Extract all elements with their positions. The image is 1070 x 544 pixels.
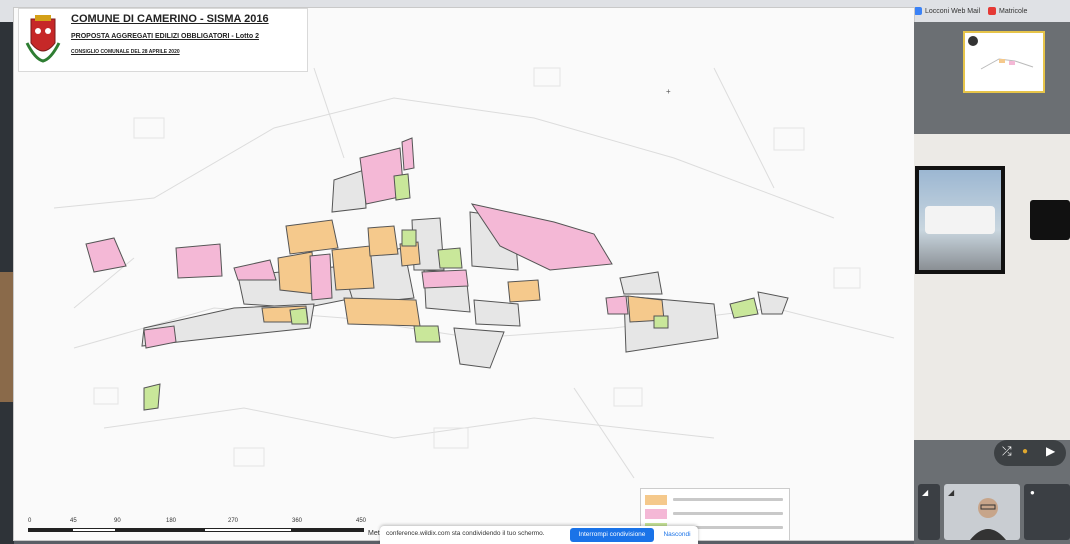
legend-row — [645, 495, 785, 505]
scale-label: 180 — [166, 518, 177, 524]
scale-label: 450 — [356, 518, 367, 524]
share-message: conference.wildix.com sta condividendo i… — [386, 530, 545, 537]
map-subtitle: PROPOSTA AGGREGATI EDILIZI OBBLIGATORI -… — [71, 33, 259, 40]
video-controls[interactable]: ⤮ ● ▶ — [994, 440, 1066, 466]
map-canvas: + — [53, 67, 895, 479]
pin-icon — [968, 36, 978, 46]
scale-bar: 0 45 90 180 270 360 450 Metri — [28, 516, 384, 540]
participant-tile[interactable]: ● — [1024, 484, 1070, 540]
meeting-date: CONSIGLIO COMUNALE DEL 28 APRILE 2020 — [71, 49, 180, 55]
shuffle-icon[interactable]: ⤮ — [1002, 444, 1012, 459]
hide-button[interactable]: Nascondi — [658, 528, 696, 542]
participant-avatar — [970, 498, 1006, 540]
legend-row — [645, 509, 785, 519]
map-title: COMUNE DI CAMERINO - SISMA 2016 — [71, 13, 269, 25]
participant-tile[interactable]: ◢ — [918, 484, 940, 540]
matricole-icon — [988, 7, 996, 15]
map-title-block: COMUNE DI CAMERINO - SISMA 2016 PROPOSTA… — [18, 8, 308, 72]
shared-screen: + COMUNE DI CAMERINO - SISMA 2016 PROPOS… — [14, 8, 914, 540]
bookmark-label: Locconi Web Mail — [925, 7, 981, 15]
scale-label: 45 — [70, 518, 77, 524]
settings-icon[interactable]: ● — [1022, 446, 1028, 457]
camerino-crest-icon — [25, 15, 61, 63]
bus-icon — [925, 206, 995, 234]
svg-text:+: + — [666, 87, 671, 96]
mic-icon[interactable]: ● — [1030, 488, 1040, 498]
participant-thumbnail — [0, 272, 14, 402]
expand-icon[interactable]: ◢ — [948, 488, 958, 498]
mail-icon — [914, 7, 922, 15]
left-video-strip — [0, 22, 14, 544]
screen-share-banner: conference.wildix.com sta condividendo i… — [380, 526, 698, 544]
scale-label: 90 — [114, 518, 121, 524]
map-thumbnail-icon — [980, 58, 1034, 70]
bookmark-webmail[interactable]: Locconi Web Mail — [914, 4, 980, 18]
stop-sharing-button[interactable]: Interrompi condivisione — [570, 528, 654, 542]
legend-swatch-pink — [645, 509, 667, 519]
scale-label: 360 — [292, 518, 303, 524]
shared-screen-thumbnail[interactable] — [963, 31, 1045, 93]
expand-icon[interactable]: ◢ — [922, 488, 932, 498]
legend-swatch-orange — [645, 495, 667, 505]
bookmark-matricole[interactable]: Matricole — [988, 4, 1027, 18]
bookmark-label: Matricole — [999, 7, 1028, 15]
bus-photo — [919, 170, 1001, 270]
scale-label: 270 — [228, 518, 239, 524]
video-object — [1030, 200, 1070, 240]
next-icon[interactable]: ▶ — [1046, 444, 1055, 458]
scale-label: 0 — [28, 518, 32, 524]
